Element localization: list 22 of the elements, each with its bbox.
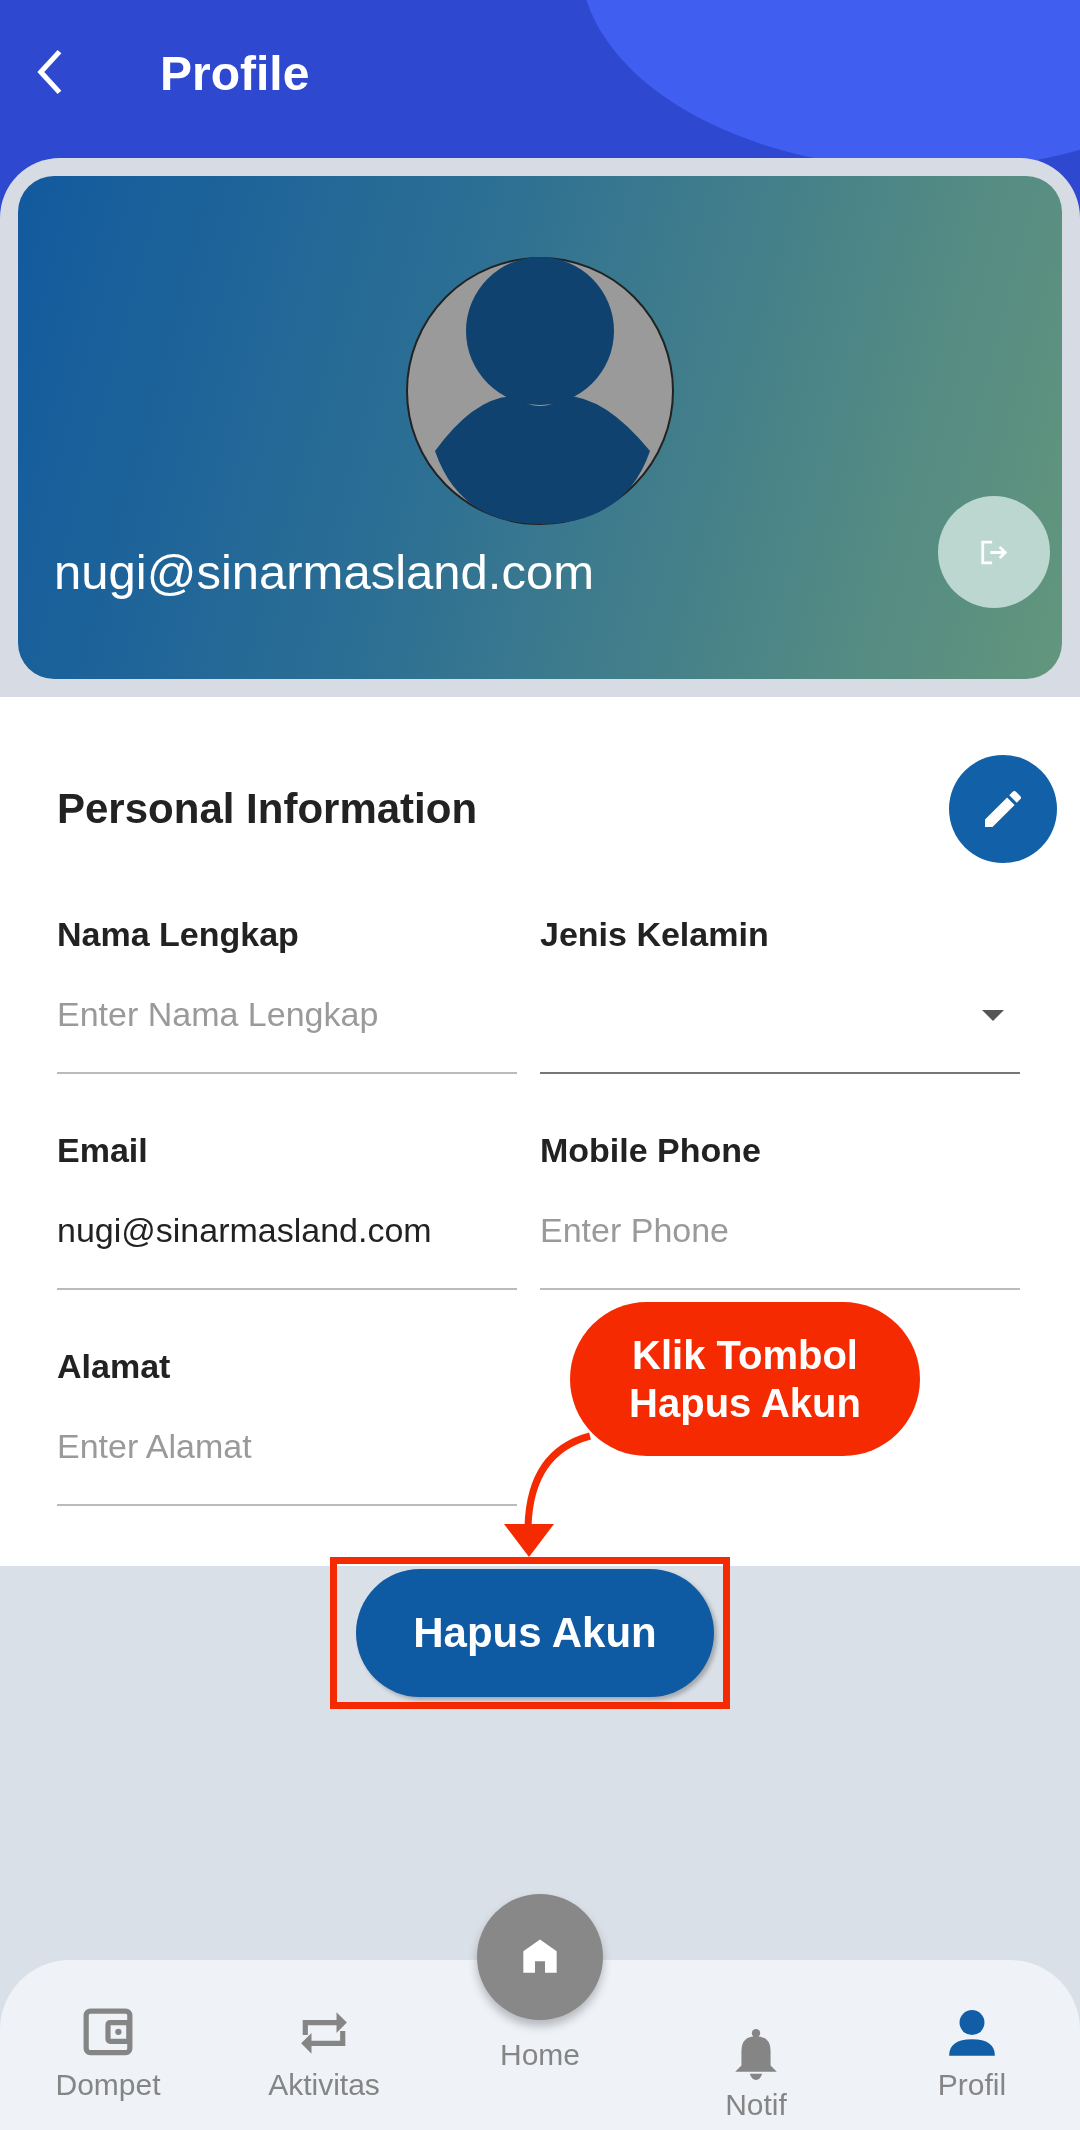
nav-tab[interactable]: Notif bbox=[648, 1960, 864, 2130]
input-field[interactable]: Enter Alamat bbox=[57, 1408, 517, 1506]
page-title: Profile bbox=[160, 45, 310, 101]
avatar-icon bbox=[405, 256, 675, 526]
field-label: Jenis Kelamin bbox=[540, 915, 770, 954]
field-label: Email bbox=[57, 1131, 149, 1170]
field-label: Mobile Phone bbox=[540, 1131, 762, 1170]
nav-tab[interactable]: Home bbox=[432, 1894, 648, 2130]
field-label: Alamat bbox=[57, 1347, 172, 1386]
nav-tab[interactable]: Dompet bbox=[0, 1960, 216, 2130]
section-title: Personal Information bbox=[57, 785, 478, 833]
input-field[interactable]: nugi@sinarmasland.com bbox=[57, 1192, 517, 1290]
input-field[interactable]: Enter Nama Lengkap bbox=[57, 976, 517, 1074]
nav-tab[interactable]: Aktivitas bbox=[216, 1960, 432, 2130]
field-label: Nama Lengkap bbox=[57, 915, 300, 954]
profile-email: nugi@sinarmasland.com bbox=[54, 544, 594, 600]
input-field[interactable]: Enter Phone bbox=[540, 1192, 1020, 1290]
dropdown-caret-icon bbox=[982, 1009, 1004, 1021]
logout-icon bbox=[979, 538, 1009, 566]
callout-bubble: Klik Tombol Hapus Akun bbox=[570, 1302, 920, 1456]
nav-tab[interactable]: Profil bbox=[864, 1960, 1080, 2130]
delete-account-button[interactable]: Hapus Akun bbox=[356, 1569, 714, 1697]
